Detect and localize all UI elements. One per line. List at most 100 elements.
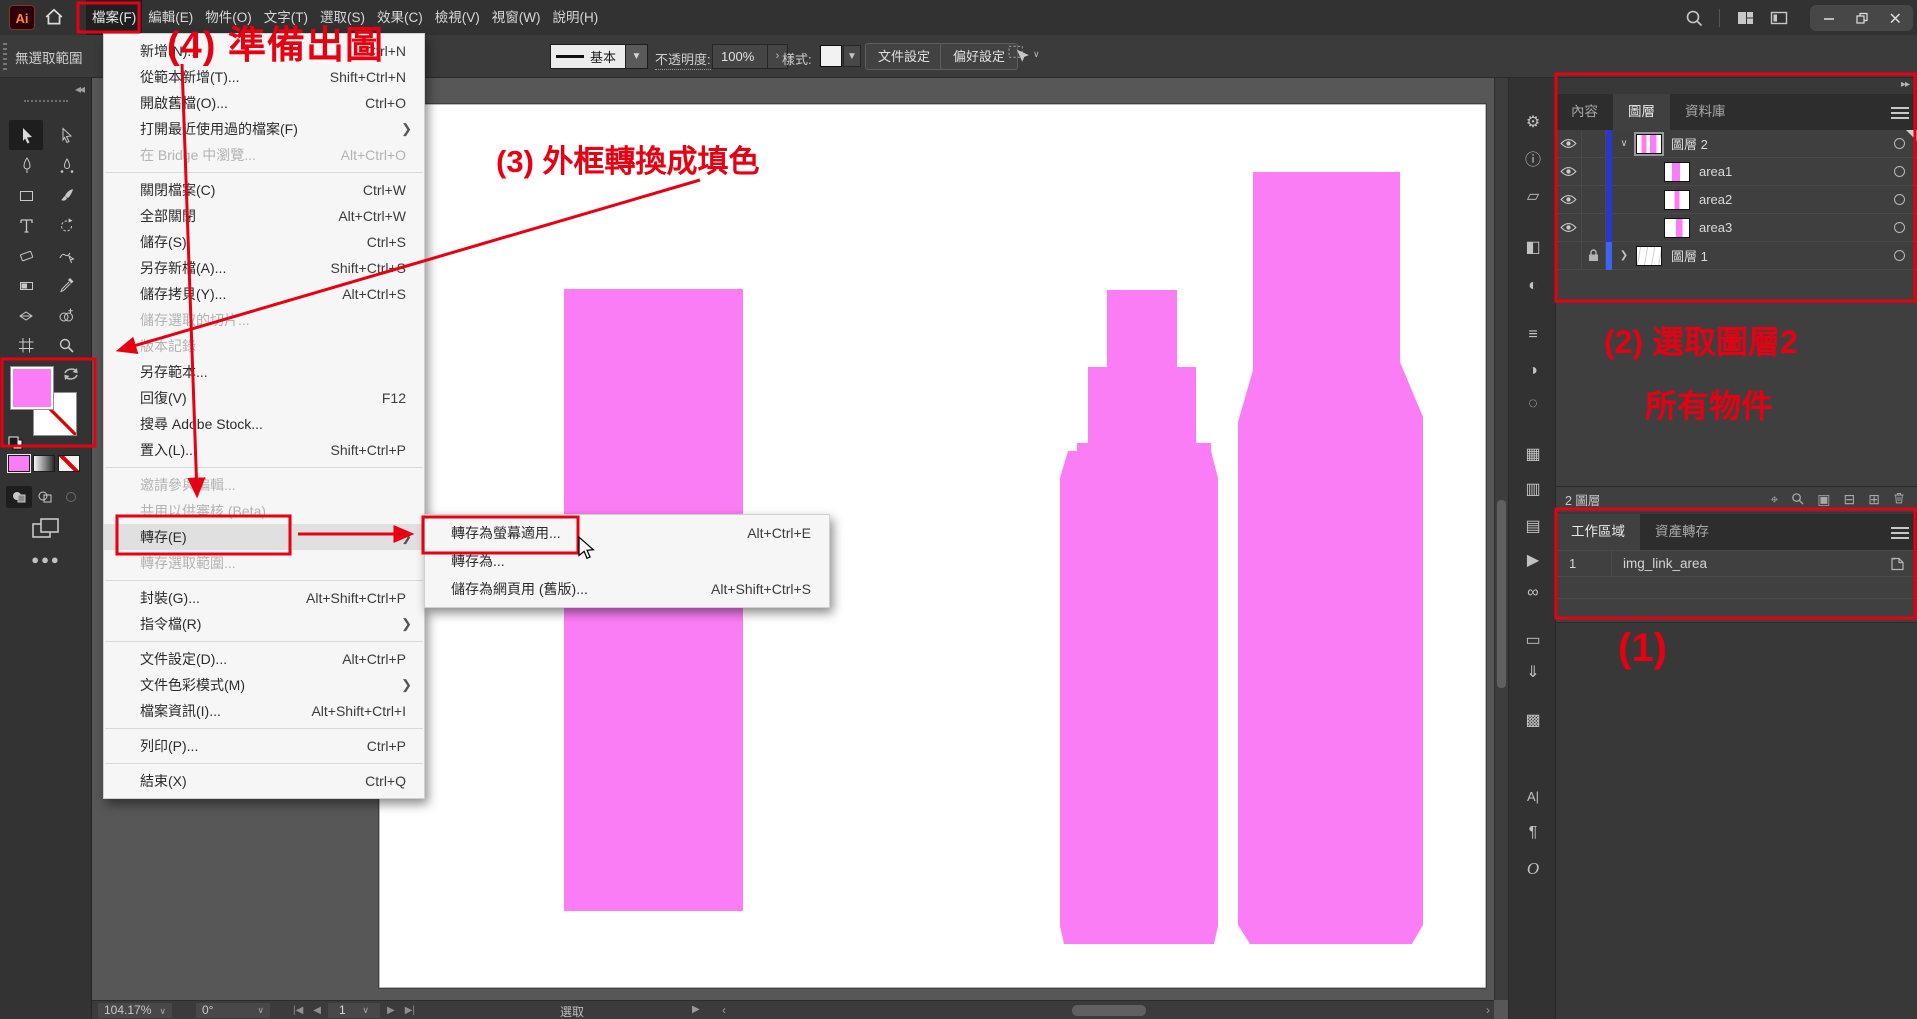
panel-grip[interactable] xyxy=(3,43,7,70)
shaper-tool[interactable] xyxy=(49,240,83,270)
artboard-tool[interactable] xyxy=(9,330,43,360)
lock-icon[interactable] xyxy=(1582,242,1606,270)
vertical-scrollbar[interactable] xyxy=(1494,78,1508,1000)
collapse-tools-icon[interactable]: ◂◂ xyxy=(75,82,83,96)
direct-selection-tool[interactable] xyxy=(49,120,83,150)
opacity-field[interactable]: 100% xyxy=(712,44,768,69)
visibility-toggle[interactable] xyxy=(1556,242,1582,270)
layer-name[interactable]: area3 xyxy=(1690,220,1881,235)
actions-icon[interactable]: ▶ xyxy=(1509,548,1557,574)
file-menu-item[interactable]: 打開最近使用過的檔案(F)❯ xyxy=(104,116,424,142)
gradient-icon[interactable]: ◐ xyxy=(1509,273,1557,299)
layer-target-circle[interactable] xyxy=(1881,166,1917,177)
visibility-eye-icon[interactable] xyxy=(1556,158,1582,186)
links-icon[interactable]: ∞ xyxy=(1509,580,1557,606)
edit-toolbar-icon[interactable]: ●●● xyxy=(0,552,92,567)
layers-tab[interactable]: 內容 xyxy=(1556,94,1613,130)
color-icon[interactable]: ▩ xyxy=(1509,708,1557,734)
draw-inside-button[interactable] xyxy=(58,486,84,508)
layer-name[interactable]: area1 xyxy=(1690,164,1881,179)
layers-tab[interactable]: 資料庫 xyxy=(1670,94,1741,130)
file-menu-item[interactable]: 從範本新增(T)...Shift+Ctrl+N xyxy=(104,64,424,90)
stroke-style-dropdown[interactable]: 基本 ▼ xyxy=(550,44,650,69)
symbols-icon[interactable]: ◌ xyxy=(1509,391,1557,417)
layer-name[interactable]: area2 xyxy=(1690,192,1881,207)
rotation-field[interactable]: 0°∨ xyxy=(196,1003,270,1018)
file-menu-item[interactable]: 儲存拷貝(Y)...Alt+Ctrl+S xyxy=(104,281,424,307)
draw-behind-button[interactable] xyxy=(32,486,58,508)
artboards-tab[interactable]: 資產轉存 xyxy=(1640,514,1724,550)
graphic-styles-icon[interactable]: ▤ xyxy=(1509,514,1557,540)
horizontal-scrollbar-thumb[interactable] xyxy=(1072,1005,1146,1016)
restore-button[interactable] xyxy=(1845,6,1878,30)
file-menu-item[interactable]: 儲存(S)Ctrl+S xyxy=(104,229,424,255)
layer-row[interactable]: ∨圖層 2 xyxy=(1556,130,1917,158)
artboards-icon[interactable]: ▭ xyxy=(1509,628,1557,654)
paragraph-icon[interactable]: ¶ xyxy=(1509,820,1557,846)
export-submenu-item[interactable]: 轉存為螢幕適用...Alt+Ctrl+E xyxy=(425,519,829,547)
artboard-number-field[interactable]: 1∨ xyxy=(328,1003,380,1018)
chevron-down-icon[interactable]: ▼ xyxy=(843,45,861,67)
new-sublayer-icon[interactable]: ⊟ xyxy=(1844,491,1856,508)
artboard-page-icon[interactable] xyxy=(1877,557,1917,571)
menubar-item-e[interactable]: 編輯(E) xyxy=(142,0,199,35)
layer-row[interactable]: area2 xyxy=(1556,186,1917,214)
menubar-item-o[interactable]: 物件(O) xyxy=(199,0,258,35)
layer-thumbnail[interactable] xyxy=(1636,246,1662,266)
file-menu-item[interactable]: 新增(N)...Ctrl+N xyxy=(104,38,424,64)
asset-export-icon[interactable]: ⇓ xyxy=(1509,660,1557,686)
visibility-eye-icon[interactable] xyxy=(1556,186,1582,214)
last-artboard-button[interactable]: ▶| xyxy=(405,1005,415,1016)
align-icon[interactable]: ▥ xyxy=(1509,477,1557,503)
chevron-down-icon[interactable]: ▼ xyxy=(626,44,648,69)
next-artboard-button[interactable]: ▶ xyxy=(387,1005,395,1016)
layer-thumbnail[interactable] xyxy=(1636,134,1662,154)
shape-builder-tool[interactable] xyxy=(49,300,83,330)
gradient-tool[interactable] xyxy=(9,270,43,300)
visibility-eye-icon[interactable] xyxy=(1556,130,1582,158)
minimize-button[interactable] xyxy=(1812,6,1845,30)
color-button[interactable] xyxy=(8,455,30,472)
lock-toggle[interactable] xyxy=(1582,158,1606,186)
illustrator-logo[interactable]: Ai xyxy=(9,5,35,30)
chevron-down-icon[interactable]: ∨ xyxy=(1612,138,1636,149)
layer-target-circle[interactable] xyxy=(1881,250,1917,261)
swap-fill-stroke-icon[interactable] xyxy=(62,365,82,388)
file-menu-item[interactable]: 置入(L)...Shift+Ctrl+P xyxy=(104,437,424,463)
layer-target-circle[interactable] xyxy=(1881,194,1917,205)
file-menu-item[interactable]: 開啟舊檔(O)...Ctrl+O xyxy=(104,90,424,116)
layer-row[interactable]: ❯圖層 1 xyxy=(1556,242,1917,270)
style-swatch[interactable] xyxy=(820,45,842,67)
file-menu-item[interactable]: 版本記錄 xyxy=(104,333,424,359)
layer-target-circle[interactable] xyxy=(1881,222,1917,233)
file-menu-item[interactable]: 列印(P)...Ctrl+P xyxy=(104,733,424,759)
layer-thumbnail[interactable] xyxy=(1664,190,1690,210)
pathfinder-icon[interactable]: ◧ xyxy=(1509,235,1557,261)
layer-row[interactable]: area3 xyxy=(1556,214,1917,242)
menubar-item-h[interactable]: 說明(H) xyxy=(546,0,604,35)
file-menu-item[interactable]: 儲存選取的切片... xyxy=(104,307,424,333)
home-icon[interactable] xyxy=(44,7,64,27)
paintbrush-tool[interactable] xyxy=(49,180,83,210)
selection-options-icon[interactable]: ∨ xyxy=(1008,44,1040,64)
tools-grip[interactable] xyxy=(24,100,68,102)
export-submenu-item[interactable]: 轉存為... xyxy=(425,547,829,575)
screen-mode-icon[interactable] xyxy=(30,516,62,547)
properties-icon[interactable]: ⚙ xyxy=(1509,110,1557,136)
rectangle-tool[interactable] xyxy=(9,180,43,210)
layer-name[interactable]: 圖層 1 xyxy=(1662,246,1881,265)
artboard-name[interactable]: img_link_area xyxy=(1612,556,1877,571)
file-menu-item[interactable]: 轉存選取範圍... xyxy=(104,550,424,576)
file-menu-item[interactable]: 檔案資訊(I)...Alt+Shift+Ctrl+I xyxy=(104,698,424,724)
info-icon[interactable]: ⓘ xyxy=(1509,148,1557,174)
document-setup-button[interactable]: 文件設定 xyxy=(865,43,943,70)
file-menu-item[interactable]: 回復(V)F12 xyxy=(104,385,424,411)
workspace-switcher-icon[interactable] xyxy=(1728,6,1762,30)
file-menu-item[interactable]: 文件色彩模式(M)❯ xyxy=(104,672,424,698)
lock-toggle[interactable] xyxy=(1582,130,1606,158)
selection-tool[interactable] xyxy=(9,120,43,150)
file-menu-item[interactable]: 文件設定(D)...Alt+Ctrl+P xyxy=(104,646,424,672)
new-layer-icon[interactable]: ⊞ xyxy=(1868,491,1880,508)
file-menu-item[interactable]: 另存範本... xyxy=(104,359,424,385)
transparency-icon[interactable]: ◑ xyxy=(1509,358,1557,384)
